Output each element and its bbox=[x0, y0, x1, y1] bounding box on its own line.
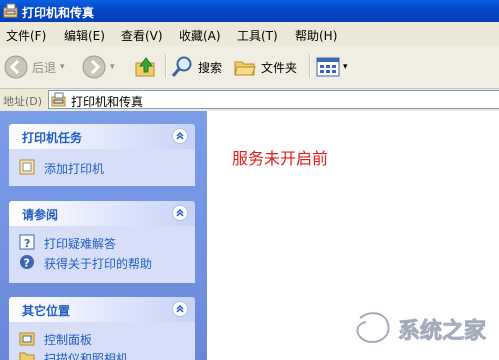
address-bar: 地址(D) 打印机和传真 bbox=[0, 89, 499, 112]
folders-icon bbox=[234, 61, 256, 76]
menu-help[interactable]: 帮助(H) bbox=[295, 27, 337, 44]
panel-title: 打印机任务 bbox=[22, 131, 83, 145]
folders-label: 文件夹 bbox=[261, 61, 298, 75]
collapse-button[interactable] bbox=[172, 205, 188, 221]
help-icon: ? bbox=[19, 234, 35, 250]
folder-icon bbox=[19, 352, 35, 360]
chevron-up-icon bbox=[176, 304, 184, 313]
forward-dropdown-icon[interactable]: ▾ bbox=[110, 62, 115, 72]
back-label: 后退 bbox=[32, 61, 57, 75]
forward-icon bbox=[82, 55, 106, 79]
search-button[interactable]: 搜索 bbox=[171, 53, 227, 81]
task-pane: 打印机任务 添加打印机 请参阅 ? 打印疑难解答 ? 获得关于打印的帮助 其它位… bbox=[0, 111, 207, 360]
panel-header[interactable]: 请参阅 bbox=[9, 201, 195, 226]
panel-title: 其它位置 bbox=[22, 304, 71, 318]
panel-body: ? 打印疑难解答 ? 获得关于打印的帮助 bbox=[9, 226, 195, 283]
chevron-up-icon bbox=[176, 131, 184, 140]
folders-button[interactable]: 文件夹 bbox=[233, 53, 303, 81]
back-button[interactable]: 后退 ▾ bbox=[4, 53, 70, 81]
forward-button[interactable]: ▾ bbox=[82, 53, 122, 81]
chevron-up-icon bbox=[176, 208, 184, 217]
views-button[interactable]: ▾ bbox=[316, 53, 352, 81]
task-label: 扫描仪和照相机 bbox=[44, 352, 129, 360]
toolbar-separator bbox=[309, 54, 311, 78]
up-folder-icon bbox=[135, 57, 155, 77]
svg-text:系统之家: 系统之家 bbox=[398, 318, 487, 344]
address-input[interactable]: 打印机和传真 bbox=[48, 90, 499, 109]
collapse-button[interactable] bbox=[172, 128, 188, 144]
search-label: 搜索 bbox=[198, 61, 223, 75]
window-title: 打印机和传真 bbox=[22, 6, 95, 20]
address-value: 打印机和传真 bbox=[71, 95, 144, 109]
menu-tools[interactable]: 工具(T) bbox=[237, 27, 278, 44]
panel-title: 请参阅 bbox=[22, 208, 59, 222]
annotation-text: 服务未开启前 bbox=[232, 149, 329, 168]
search-icon bbox=[171, 56, 192, 77]
task-label: 打印疑难解答 bbox=[44, 237, 117, 251]
panel-body: 添加打印机 bbox=[9, 149, 195, 186]
menu-file[interactable]: 文件(F) bbox=[6, 27, 46, 44]
menu-view[interactable]: 查看(V) bbox=[121, 27, 163, 44]
svg-text:?: ? bbox=[24, 237, 30, 250]
menu-bar: 文件(F) 编辑(E) 查看(V) 收藏(A) 工具(T) 帮助(H) bbox=[0, 22, 499, 47]
toolbar: 后退 ▾ ▾ 搜索 文件夹 ▾ bbox=[0, 46, 499, 89]
panel-header[interactable]: 打印机任务 bbox=[9, 124, 195, 149]
collapse-button[interactable] bbox=[172, 301, 188, 317]
add-printer-icon bbox=[19, 159, 35, 175]
help-icon: ? bbox=[20, 255, 34, 270]
svg-text:?: ? bbox=[24, 257, 30, 270]
address-label: 地址(D) bbox=[3, 95, 43, 108]
views-icon bbox=[316, 57, 340, 77]
task-label: 添加打印机 bbox=[44, 162, 105, 176]
panel-body: 控制面板 扫描仪和照相机 bbox=[9, 322, 195, 360]
other-places-panel: 其它位置 控制面板 扫描仪和照相机 bbox=[9, 297, 195, 360]
printer-tasks-panel: 打印机任务 添加打印机 bbox=[9, 124, 195, 186]
toolbar-separator bbox=[165, 54, 167, 78]
menu-favorites[interactable]: 收藏(A) bbox=[179, 27, 221, 44]
printer-folder-icon bbox=[51, 92, 66, 107]
panel-header[interactable]: 其它位置 bbox=[9, 297, 195, 322]
views-dropdown-icon[interactable]: ▾ bbox=[343, 62, 348, 72]
watermark-logo: 系统之家 bbox=[354, 310, 487, 345]
task-label: 获得关于打印的帮助 bbox=[44, 257, 153, 271]
title-bar: 打印机和传真 bbox=[0, 0, 499, 22]
control-panel-icon bbox=[19, 332, 35, 346]
back-dropdown-icon[interactable]: ▾ bbox=[60, 62, 65, 72]
up-button[interactable] bbox=[134, 53, 162, 81]
printer-folder-icon bbox=[3, 3, 18, 18]
back-icon bbox=[4, 55, 28, 79]
see-also-panel: 请参阅 ? 打印疑难解答 ? 获得关于打印的帮助 bbox=[9, 201, 195, 283]
menu-edit[interactable]: 编辑(E) bbox=[64, 27, 105, 44]
task-label: 控制面板 bbox=[44, 333, 93, 347]
